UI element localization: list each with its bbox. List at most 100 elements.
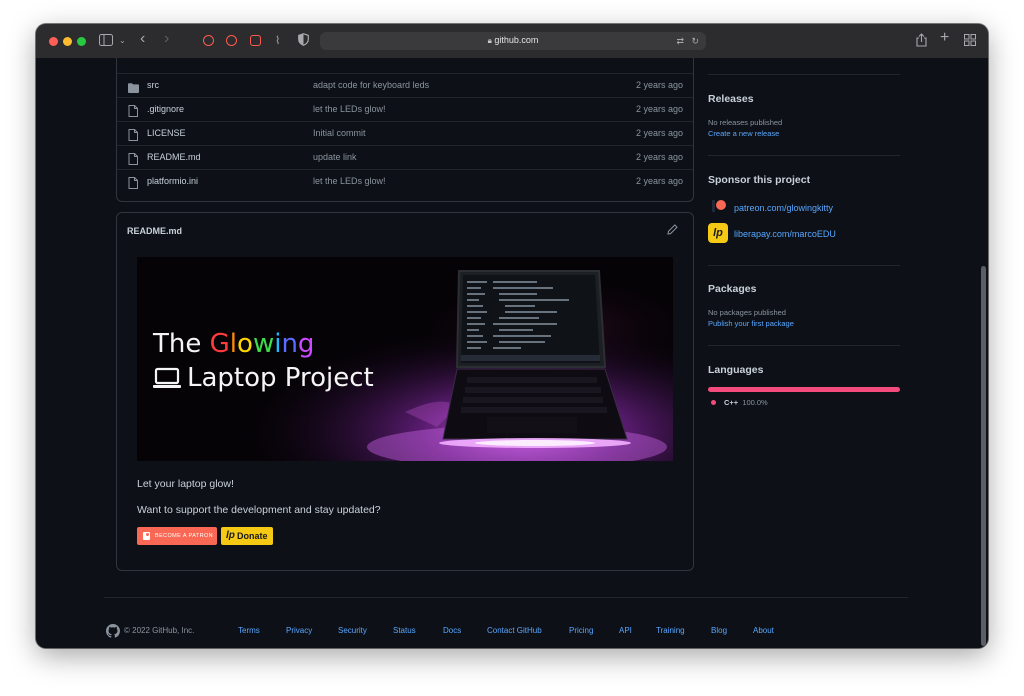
pencil-icon[interactable] [667,224,679,236]
file-name[interactable]: README.md [147,152,201,162]
footer-link-about[interactable]: About [753,626,774,635]
forward-icon[interactable]: › [164,31,169,47]
file-row-readme[interactable]: README.md update link 2 years ago [117,145,693,170]
footer-link-pricing[interactable]: Pricing [569,626,593,635]
sponsor-link-liberapay[interactable]: liberapay.com/marcoEDU [734,229,836,239]
file-icon [128,128,138,141]
footer-link-privacy[interactable]: Privacy [286,626,312,635]
footer-link-security[interactable]: Security [338,626,367,635]
language-name: C++ [724,398,739,407]
extension-1-icon[interactable] [203,35,214,46]
share-icon[interactable] [916,33,927,50]
language-bar [708,387,900,392]
banner-line-2-text: Laptop Project [187,363,374,393]
tab-overview-icon[interactable] [964,34,976,49]
page-scrollbar-thumb[interactable] [981,266,986,646]
github-logo-icon[interactable] [106,624,120,643]
language-dot [711,400,716,405]
file-icon [128,104,138,117]
file-row-platformio[interactable]: platformio.ini let the LEDs glow! 2 year… [117,169,693,194]
commit-message[interactable]: let the LEDs glow! [313,176,386,186]
page-scrollbar[interactable] [980,58,988,648]
minimize-window-button[interactable] [63,37,72,46]
readme-title: README.md [127,226,183,236]
footer-link-training[interactable]: Training [656,626,685,635]
sidebar-divider [708,74,900,75]
banner-glowing-word: Glowing [210,329,315,359]
address-bar[interactable]: 🔒︎ github.com ⇄ ↻ [320,32,706,50]
folder-icon [128,80,139,93]
commit-message[interactable]: let the LEDs glow! [313,104,386,114]
back-icon[interactable]: ‹ [140,31,145,47]
file-name[interactable]: src [147,80,159,90]
banner-glow-letter: g [297,329,315,359]
new-tab-icon[interactable]: + [940,30,949,46]
language-bar-fill [708,387,900,392]
file-row-src[interactable]: src adapt code for keyboard leds 2 years… [117,73,693,98]
extension-2-icon[interactable] [226,35,237,46]
sponsor-heading: Sponsor this project [708,174,811,186]
banner-line-2: Laptop Project [153,361,374,398]
chevron-down-icon[interactable]: ⌄ [119,34,126,48]
commit-message[interactable]: adapt code for keyboard leds [313,80,429,90]
sidebar-divider [708,155,900,156]
language-entry[interactable]: C++ 100.0% [724,398,768,407]
languages-heading: Languages [708,364,764,376]
file-name[interactable]: platformio.ini [147,176,198,186]
repo-sidebar: Releases No releases published Create a … [708,58,900,458]
liberapay-icon: lp [226,530,235,541]
commit-age: 2 years ago [635,80,683,90]
file-row-license[interactable]: LICENSE Initial commit 2 years ago [117,121,693,146]
packages-heading[interactable]: Packages [708,283,756,295]
file-name[interactable]: LICENSE [147,128,186,138]
footer-link-api[interactable]: API [619,626,632,635]
releases-status: No releases published [708,118,783,127]
footer-divider [104,597,908,598]
banner-title: The Glowing Laptop Project [153,327,374,398]
publish-package-link[interactable]: Publish your first package [708,319,794,328]
url-text: 🔒︎ github.com [320,35,706,46]
patron-button-label: BECOME A PATRON [155,533,214,539]
file-row-gitignore[interactable]: .gitignore let the LEDs glow! 2 years ag… [117,97,693,122]
footer-link-blog[interactable]: Blog [711,626,727,635]
footer-link-docs[interactable]: Docs [443,626,461,635]
releases-heading[interactable]: Releases [708,93,754,105]
patreon-icon [710,198,726,214]
footer-link-status[interactable]: Status [393,626,416,635]
readme-box: README.md The Glowing Laptop Project Let… [116,212,694,571]
footer-link-contact[interactable]: Contact GitHub [487,626,542,635]
file-list: src adapt code for keyboard leds 2 years… [116,58,694,202]
banner-glow-letter: G [209,329,230,359]
reload-icon[interactable]: ↻ [691,34,699,48]
commit-message[interactable]: Initial commit [313,128,366,138]
become-a-patron-button[interactable]: BECOME A PATRON [137,527,217,545]
zoom-window-button[interactable] [77,37,86,46]
banner-line-1-prefix: The [153,329,210,359]
footer-link-terms[interactable]: Terms [238,626,260,635]
translate-icon[interactable]: ⇄ [676,34,684,48]
extension-4-icon[interactable]: ⌇ [275,34,280,48]
commit-age: 2 years ago [635,128,683,138]
language-percent: 100.0% [742,398,768,407]
readme-banner-image: The Glowing Laptop Project [137,257,673,461]
extension-3-icon[interactable] [250,35,261,46]
readme-paragraph-1: Let your laptop glow! [137,478,234,490]
banner-glow-letter: n [281,329,298,359]
page-content: src adapt code for keyboard leds 2 years… [36,58,988,648]
liberapay-icon: lp [708,223,728,243]
donate-button[interactable]: lp Donate [221,527,273,545]
file-name[interactable]: .gitignore [147,104,184,114]
banner-glow-letter: w [252,329,275,359]
close-window-button[interactable] [49,37,58,46]
create-release-link[interactable]: Create a new release [708,129,779,138]
sidebar-divider [708,345,900,346]
privacy-shield-icon[interactable] [298,33,309,49]
file-icon [128,176,138,189]
sponsor-link-patreon[interactable]: patreon.com/glowingkitty [734,203,833,213]
sidebar-toggle-icon[interactable] [99,34,113,49]
lock-icon: 🔒︎ [487,36,492,45]
packages-status: No packages published [708,308,786,317]
footer-copyright: © 2022 GitHub, Inc. [124,626,195,635]
commit-message[interactable]: update link [313,152,357,162]
patreon-icon [143,532,150,540]
